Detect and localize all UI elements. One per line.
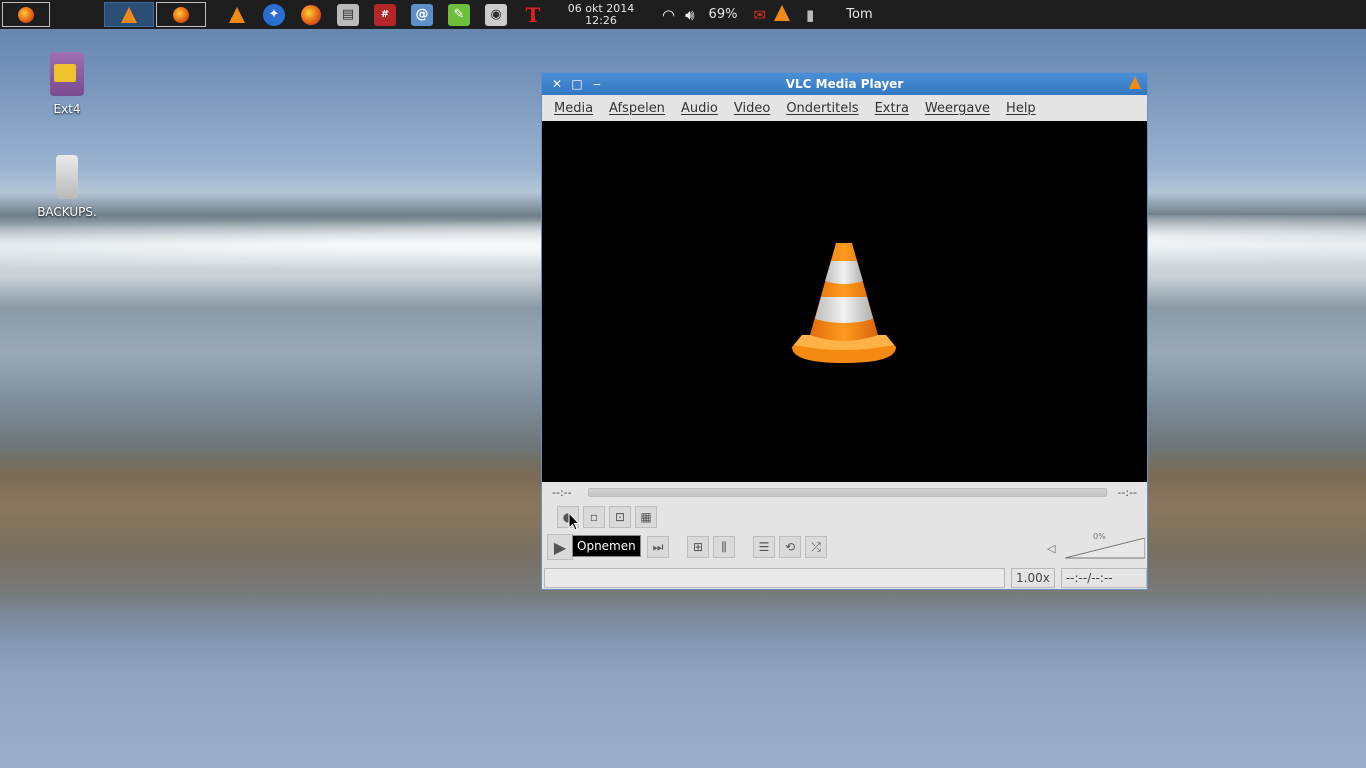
task-firefox-1[interactable] xyxy=(2,2,50,27)
volume-control[interactable]: ◁ 0% xyxy=(1045,532,1145,560)
menu-media[interactable]: Media xyxy=(546,101,601,116)
elapsed-time: --:-- xyxy=(552,485,572,499)
launcher-mail[interactable]: @ xyxy=(411,3,433,26)
menu-help[interactable]: Help xyxy=(998,101,1044,116)
fullscreen-icon: ⊞ xyxy=(692,540,704,554)
minimize-icon[interactable]: ‒ xyxy=(588,77,606,91)
main-controls: ▶ ⏭ ⊞ ⫼ ☰ ⟲ ⤮ Opnemen ◁ 0% xyxy=(542,532,1147,562)
playback-speed[interactable]: 1.00x xyxy=(1011,568,1055,588)
menubar: Media Afspelen Audio Video Ondertitels E… xyxy=(542,95,1147,121)
clock[interactable]: 06 okt 2014 12:26 xyxy=(566,1,636,27)
film-icon: ▦ xyxy=(640,510,652,524)
launcher-editor[interactable]: ✎ xyxy=(448,3,470,26)
next-button[interactable]: ⏭ xyxy=(647,536,669,558)
battery-percent[interactable]: 69% xyxy=(709,7,738,22)
extended-settings-button[interactable]: ⫼ xyxy=(713,536,735,558)
launcher-terminal[interactable]: # xyxy=(374,3,396,26)
status-message xyxy=(544,568,1005,588)
fullscreen-button[interactable]: ⊞ xyxy=(687,536,709,558)
clock-time: 12:26 xyxy=(585,13,617,27)
wifi-icon[interactable]: ◠ xyxy=(662,6,675,24)
play-button[interactable]: ▶ xyxy=(547,534,573,560)
vlc-icon xyxy=(121,6,137,23)
play-icon: ▶ xyxy=(553,537,567,557)
vlc-window: ✕ □ ‒ VLC Media Player Media Afspelen Au… xyxy=(541,72,1148,590)
vlc-cone-logo xyxy=(792,243,896,363)
launcher-text[interactable]: T xyxy=(522,2,544,27)
loop-ab-icon: ⊡ xyxy=(614,510,626,524)
vlc-tray-icon[interactable] xyxy=(774,4,791,25)
seek-row: --:-- --:-- xyxy=(542,483,1147,501)
shuffle-icon: ⤮ xyxy=(811,539,821,554)
drive-icon xyxy=(50,52,84,96)
menu-afspelen[interactable]: Afspelen xyxy=(601,101,673,116)
desktop-icon-ext4[interactable]: Ext4 xyxy=(27,52,107,116)
t-icon: T xyxy=(525,2,541,27)
task-vlc[interactable] xyxy=(104,2,154,27)
list-icon: ☰ xyxy=(758,540,770,554)
desktop-icon-label: Ext4 xyxy=(53,102,81,116)
clock-date: 06 okt 2014 xyxy=(567,1,635,15)
desktop-icon-backups[interactable]: BACKUPS. xyxy=(27,155,107,219)
gmail-icon[interactable]: ✉ xyxy=(753,6,766,24)
launcher-thunderbird[interactable]: ✦ xyxy=(263,3,285,26)
task-empty[interactable] xyxy=(52,2,102,27)
package-icon: ▤ xyxy=(341,7,355,22)
menu-video[interactable]: Video xyxy=(726,101,778,116)
frame-step-button[interactable]: ▦ xyxy=(635,506,657,528)
loop-button[interactable]: ⟲ xyxy=(779,536,801,558)
remaining-time: --:-- xyxy=(1117,485,1137,499)
launcher-camera[interactable]: ◉ xyxy=(485,3,507,26)
speaker-icon: ◁ xyxy=(1047,542,1056,555)
trash-icon[interactable]: ▮ xyxy=(806,6,814,24)
menu-ondertitels[interactable]: Ondertitels xyxy=(778,101,866,116)
ab-loop-button[interactable]: ⊡ xyxy=(609,506,631,528)
tooltip: Opnemen xyxy=(572,535,641,557)
launcher-package[interactable]: ▤ xyxy=(337,3,359,26)
at-icon: @ xyxy=(415,7,429,22)
volume-slider[interactable] xyxy=(1065,538,1145,560)
menu-weergave[interactable]: Weergave xyxy=(917,101,998,116)
bird-icon: ✦ xyxy=(268,7,280,22)
terminal-icon: # xyxy=(380,9,390,20)
user-name[interactable]: Tom xyxy=(846,7,872,22)
maximize-icon[interactable]: □ xyxy=(568,77,586,91)
menu-audio[interactable]: Audio xyxy=(673,101,726,116)
advanced-controls: ● ▫ ⊡ ▦ xyxy=(542,505,1147,529)
video-area[interactable] xyxy=(542,121,1147,482)
leaf-icon: ✎ xyxy=(453,7,465,22)
launcher-firefox[interactable] xyxy=(300,4,322,26)
firefox-icon xyxy=(173,6,189,23)
firefox-icon xyxy=(18,6,34,23)
task-firefox-2[interactable] xyxy=(156,2,206,27)
mouse-cursor-icon xyxy=(568,512,580,531)
time-total[interactable]: --:--/--:-- xyxy=(1060,568,1147,588)
vlc-icon xyxy=(774,4,791,21)
menu-extra[interactable]: Extra xyxy=(867,101,917,116)
status-bar: 1.00x --:--/--:-- xyxy=(542,566,1147,590)
camera-icon: ◉ xyxy=(490,7,502,22)
usb-icon xyxy=(56,155,78,199)
seek-slider[interactable] xyxy=(587,487,1108,497)
window-title: VLC Media Player xyxy=(785,77,904,91)
camera-icon: ▫ xyxy=(589,510,599,524)
shuffle-button[interactable]: ⤮ xyxy=(805,536,827,558)
volume-percent: 0% xyxy=(1093,532,1106,541)
skip-next-icon: ⏭ xyxy=(652,539,664,554)
launcher-vlc[interactable] xyxy=(226,4,248,26)
snapshot-button[interactable]: ▫ xyxy=(583,506,605,528)
volume-icon[interactable]: 🔊︎ xyxy=(685,6,694,24)
repeat-icon: ⟲ xyxy=(784,540,796,554)
titlebar[interactable]: ✕ □ ‒ VLC Media Player xyxy=(542,73,1147,95)
firefox-icon xyxy=(301,4,321,25)
vlc-icon xyxy=(229,6,245,23)
close-icon[interactable]: ✕ xyxy=(548,77,566,91)
equalizer-icon: ⫼ xyxy=(721,539,727,554)
playlist-button[interactable]: ☰ xyxy=(753,536,775,558)
desktop-icon-label: BACKUPS. xyxy=(37,205,97,219)
vlc-icon xyxy=(1129,76,1141,93)
taskbar: ✦ ▤ # @ ✎ ◉ T 06 okt 2014 12:26 ◠ 🔊︎ 69%… xyxy=(0,0,1366,29)
